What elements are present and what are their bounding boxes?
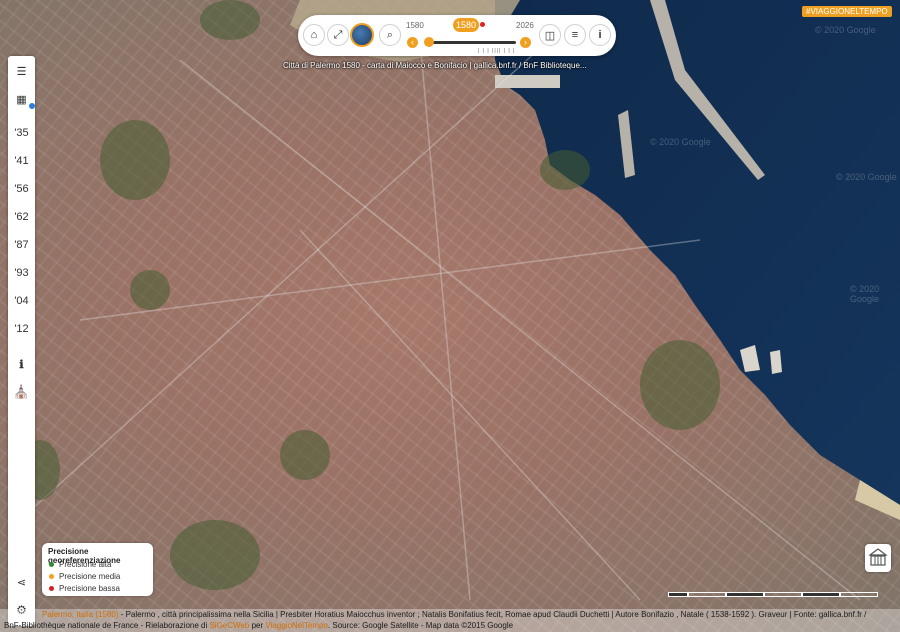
hashtag-badge[interactable]: #VIAGGIONELTEMPO — [802, 6, 892, 17]
year-button-1935[interactable]: '35 — [8, 121, 35, 145]
next-year-icon[interactable]: › — [520, 37, 531, 48]
legend-label: Precisione bassa — [59, 584, 120, 593]
year-button-1987[interactable]: '87 — [8, 233, 35, 257]
legend-item-high: Precisione alta — [49, 560, 111, 569]
attribution-text: per — [249, 621, 266, 630]
map-watermark: © 2020 Google — [815, 25, 876, 35]
year-min-label: 1580 — [406, 21, 424, 30]
legend-item-medium: Precisione media — [49, 572, 120, 581]
year-button-1941[interactable]: '41 — [8, 149, 35, 173]
green-dot-icon — [49, 562, 54, 567]
search-icon[interactable]: ⌕ — [379, 24, 401, 46]
year-slider-handle[interactable] — [424, 37, 434, 47]
scale-bar — [668, 592, 880, 599]
map-watermark: © 2020 Google — [850, 284, 880, 304]
legend-item-low: Precisione bassa — [49, 584, 120, 593]
home-icon[interactable]: ⌂ — [303, 24, 325, 46]
attribution-text: - Palermo , città principalissima nella … — [118, 610, 867, 619]
expand-icon[interactable]: ⤢ — [327, 24, 349, 46]
year-button-2012[interactable]: '12 — [8, 317, 35, 341]
historic-map-caption: Città di Palermo 1580 - carta di Maiocco… — [283, 61, 587, 70]
satellite-map[interactable]: © 2020 Google © 2020 Google © 2020 Googl… — [0, 0, 900, 632]
globe-icon[interactable] — [350, 23, 374, 47]
year-max-label: 2026 — [516, 21, 534, 30]
attribution-text: . Source: Google Satellite - Map data ©2… — [327, 621, 514, 630]
attribution-footer: Palermo, Italia (1580) - Palermo , città… — [0, 609, 900, 632]
year-button-2004[interactable]: '04 — [8, 289, 35, 313]
filters-icon[interactable]: ≡ — [564, 24, 586, 46]
red-dot-icon — [49, 586, 54, 591]
orange-dot-icon — [49, 574, 54, 579]
time-toolbar: ⌂ ⤢ ⌕ 1580 1580 2026 ‹ | | | |||| | | | … — [298, 15, 616, 56]
prev-year-icon[interactable]: ‹ — [407, 37, 418, 48]
menu-icon[interactable]: ☰ — [8, 59, 35, 83]
share-icon[interactable]: ⋖ — [8, 570, 35, 594]
left-sidebar: ☰ ▦ '35 '41 '56 '62 '87 '93 '04 '12 ℹ ⛪ … — [8, 56, 35, 626]
map-source-link[interactable]: Palermo, Italia (1580) — [42, 610, 118, 619]
year-button-1956[interactable]: '56 — [8, 177, 35, 201]
slider-ticks: | | | |||| | | | — [478, 48, 516, 54]
georeference-legend: Precisione georeferenziazione Precisione… — [42, 543, 153, 596]
info-icon[interactable]: ℹ — [8, 352, 35, 376]
sigecweb-link[interactable]: SiGeCWeb — [209, 621, 249, 630]
map-watermark: © 2020 Google — [836, 172, 897, 182]
current-year-badge: 1580 — [453, 18, 479, 32]
legend-label: Precisione alta — [59, 560, 112, 569]
info-icon[interactable]: i — [589, 24, 611, 46]
active-indicator-dot — [29, 103, 35, 109]
year-button-1962[interactable]: '62 — [8, 205, 35, 229]
sea-and-harbour — [19, 0, 900, 601]
viaggioneltempo-link[interactable]: ViaggioNelTempo — [265, 621, 328, 630]
map-watermark: © 2020 Google — [650, 137, 711, 147]
compare-icon[interactable]: ◫ — [539, 24, 561, 46]
current-year-marker — [480, 22, 485, 27]
legend-label: Precisione media — [59, 572, 121, 581]
year-slider[interactable] — [426, 41, 516, 44]
year-button-1993[interactable]: '93 — [8, 261, 35, 285]
institution-logo-icon[interactable] — [865, 544, 891, 572]
attribution-text: BnF-Bibliothèque nationale de France - R… — [4, 621, 210, 630]
monument-icon[interactable]: ⛪ — [8, 380, 35, 404]
